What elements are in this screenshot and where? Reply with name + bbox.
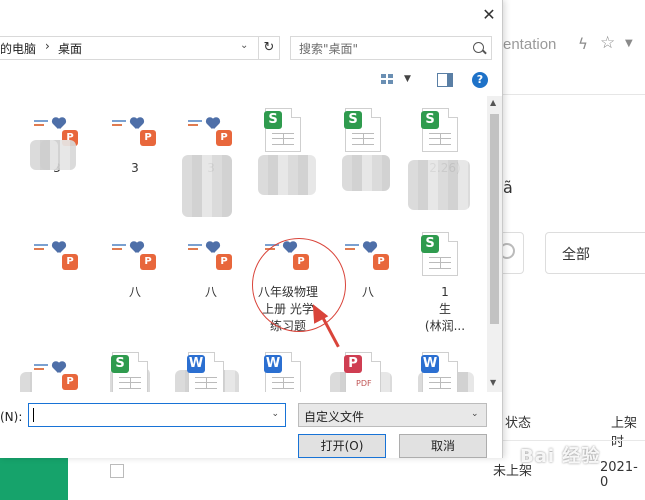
breadcrumb-desktop[interactable]: 桌面	[58, 40, 82, 57]
row-divider	[503, 440, 645, 441]
breadcrumb-this-pc[interactable]: 的电脑	[0, 40, 36, 57]
file-item[interactable]: S	[100, 352, 170, 392]
document-icon: W	[264, 352, 301, 392]
spreadsheet-icon: S	[344, 108, 381, 152]
category-select[interactable]: 全部	[545, 232, 645, 274]
help-icon[interactable]: ?	[472, 72, 488, 88]
divider	[503, 94, 645, 95]
file-open-dialog: ✕ 的电脑 › 桌面 ⌄ ↻ 搜索"桌面" ▼ ? P3P3P3SSS2.26)…	[0, 0, 503, 458]
presentation-icon: P	[62, 374, 78, 390]
presentation-icon: P	[216, 254, 232, 270]
file-type-select[interactable]: 自定义文件 ⌄	[298, 403, 487, 427]
redacted-blur	[258, 155, 316, 195]
sidebar-strip	[0, 458, 68, 500]
pdf-icon: P PDF	[344, 352, 381, 392]
document-icon: W	[187, 352, 224, 392]
search-input[interactable]: 搜索"桌面"	[290, 36, 492, 60]
scroll-up-icon[interactable]: ▲	[490, 98, 496, 107]
redacted-blur	[408, 160, 470, 210]
chevron-down-icon[interactable]: ⌄	[240, 40, 248, 51]
logo-icon	[130, 118, 144, 130]
page-heading-fragment: ã	[503, 178, 513, 197]
filename-label: (N):	[0, 410, 23, 424]
logo-icon	[52, 118, 66, 130]
chevron-down-icon[interactable]: ▼	[404, 74, 411, 84]
scroll-down-icon[interactable]: ▼	[490, 378, 496, 387]
highlight-circle	[252, 238, 346, 332]
file-name: 3	[131, 161, 139, 175]
ppt-thumbnail: P	[343, 236, 393, 278]
redacted-blur	[30, 140, 58, 170]
chevron-down-icon[interactable]: ▼	[625, 38, 633, 49]
file-item[interactable]: P八	[100, 232, 170, 352]
address-breadcrumb[interactable]: 的电脑 › 桌面 ⌄	[0, 36, 259, 60]
ppt-thumbnail: P	[186, 112, 236, 154]
preview-pane-icon[interactable]	[437, 73, 453, 87]
logo-icon	[206, 118, 220, 130]
presentation-icon: P	[373, 254, 389, 270]
open-button[interactable]: 打开(O)	[298, 434, 386, 458]
file-item[interactable]: P	[22, 232, 92, 352]
presentation-icon: P	[140, 130, 156, 146]
file-name: 八	[204, 285, 217, 299]
spreadsheet-icon: S	[421, 108, 458, 152]
text-cursor	[33, 408, 34, 422]
presentation-icon: P	[140, 254, 156, 270]
file-item[interactable]: P	[22, 352, 92, 392]
row-checkbox[interactable]	[110, 464, 124, 478]
chevron-down-icon: ⌄	[471, 409, 479, 419]
column-header-date: 上架时	[611, 416, 638, 450]
ppt-thumbnail: P	[110, 112, 160, 154]
file-type-value: 自定义文件	[304, 410, 365, 424]
file-item[interactable]: W	[410, 352, 480, 392]
lightning-icon[interactable]: ϟ	[578, 35, 588, 53]
file-name: 八	[128, 285, 141, 299]
refresh-button[interactable]: ↻	[258, 36, 280, 60]
vertical-scrollbar[interactable]: ▲ ▼	[487, 96, 502, 392]
logo-icon	[206, 242, 220, 254]
chevron-right-icon: ›	[45, 39, 50, 53]
close-button[interactable]: ✕	[478, 4, 500, 26]
spreadsheet-icon: S	[264, 108, 301, 152]
chevron-down-icon[interactable]: ⌄	[271, 409, 279, 419]
spreadsheet-icon: S	[111, 352, 148, 392]
category-select-value: 全部	[562, 247, 590, 263]
scrollbar-thumb[interactable]	[490, 114, 499, 324]
filename-input[interactable]: ⌄	[28, 403, 286, 427]
star-icon[interactable]: ☆	[600, 33, 615, 53]
address-bar-text[interactable]: entation	[503, 36, 556, 53]
file-item[interactable]: P3	[100, 108, 170, 228]
file-item[interactable]: W	[253, 352, 323, 392]
search-placeholder: 搜索"桌面"	[299, 42, 359, 56]
file-item[interactable]: W	[176, 352, 246, 392]
search-icon	[473, 42, 484, 53]
spreadsheet-icon: S	[421, 232, 458, 276]
column-header-status: 状态	[505, 416, 532, 431]
ppt-thumbnail: P	[32, 236, 82, 278]
row-date: 2021-0	[600, 460, 638, 490]
redacted-blur	[182, 155, 232, 217]
logo-icon	[130, 242, 144, 254]
logo-icon	[363, 242, 377, 254]
document-icon: W	[421, 352, 458, 392]
presentation-icon: P	[216, 130, 232, 146]
file-item[interactable]: P八	[176, 232, 246, 352]
watermark-logo: Bai 经验	[520, 446, 601, 467]
file-item[interactable]: S 1 生 (林润...	[410, 232, 480, 352]
ppt-thumbnail: P	[186, 236, 236, 278]
logo-icon	[52, 242, 66, 254]
presentation-icon: P	[62, 254, 78, 270]
logo-icon	[52, 362, 66, 374]
view-options-icon[interactable]	[381, 74, 395, 86]
file-list: P3P3P3SSS2.26)PP八P八P八年级物理上册 光学练习题P八S1生(林…	[0, 96, 487, 392]
cancel-button[interactable]: 取消	[399, 434, 487, 458]
file-name: 1 生 (林润...	[424, 285, 466, 333]
ppt-thumbnail: P	[32, 356, 82, 392]
redacted-blur	[342, 155, 390, 191]
file-item[interactable]: P PDF	[333, 352, 403, 392]
ppt-thumbnail: P	[110, 236, 160, 278]
